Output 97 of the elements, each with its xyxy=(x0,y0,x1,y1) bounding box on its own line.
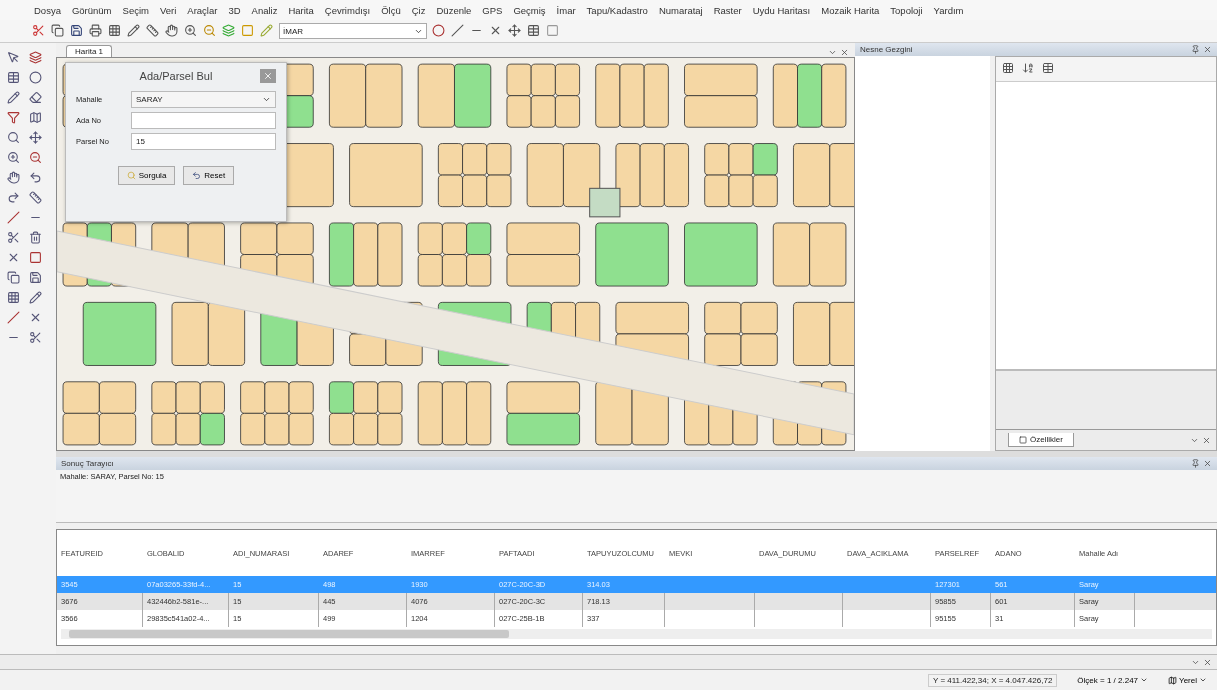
query-button[interactable]: Sorgula xyxy=(117,166,176,185)
grid-icon[interactable] xyxy=(108,24,122,38)
square-icon xyxy=(1019,435,1027,444)
copy-icon[interactable] xyxy=(7,271,21,285)
trash-icon[interactable] xyxy=(29,231,43,245)
scrollbar[interactable] xyxy=(61,629,1212,639)
pencil-icon[interactable] xyxy=(29,291,43,305)
coordinates-text: Y = 411.422,34; X = 4.047.426,72 xyxy=(927,673,1058,687)
zoom-out-icon[interactable] xyxy=(29,151,43,165)
panel-title: Sonuç Tarayıcı xyxy=(61,459,114,468)
grid-icon[interactable] xyxy=(7,291,21,305)
reset-button[interactable]: Reset xyxy=(183,166,235,185)
menu-item[interactable]: Düzenle xyxy=(436,4,472,16)
close-icon[interactable] xyxy=(1203,459,1212,468)
menu-item[interactable]: Seçim xyxy=(122,4,149,16)
table-icon[interactable] xyxy=(527,24,541,38)
map-icon xyxy=(1168,675,1178,685)
copy-icon[interactable] xyxy=(51,24,65,38)
menu-item[interactable]: 3D xyxy=(228,4,241,16)
menu-item[interactable]: Çiz xyxy=(411,4,426,16)
pan-icon[interactable] xyxy=(165,24,179,38)
circle-icon[interactable] xyxy=(432,24,446,38)
layers-icon[interactable] xyxy=(29,51,43,65)
caret-icon xyxy=(1140,676,1149,684)
undo-icon[interactable] xyxy=(29,171,43,185)
menu-item[interactable]: Geçmiş xyxy=(513,4,546,16)
circle-icon[interactable] xyxy=(29,71,43,85)
properties-tab[interactable]: Özellikler xyxy=(1008,433,1074,447)
zoom-in-icon[interactable] xyxy=(184,24,198,38)
pointer-icon[interactable] xyxy=(7,51,21,65)
scissors-icon[interactable] xyxy=(7,231,21,245)
move-icon[interactable] xyxy=(508,24,522,38)
menu-item[interactable]: Veri xyxy=(159,4,177,16)
menu-item[interactable]: Numarataj xyxy=(658,4,703,16)
filter-icon[interactable] xyxy=(7,111,21,125)
ruler-icon[interactable] xyxy=(146,24,160,38)
close-icon[interactable] xyxy=(1203,657,1212,667)
pin-icon[interactable] xyxy=(1191,45,1200,54)
caret-icon xyxy=(1199,676,1207,684)
menu-item[interactable]: Harita xyxy=(288,4,314,16)
layers-icon[interactable] xyxy=(222,24,236,38)
menu-item[interactable]: GPS xyxy=(482,4,503,16)
neighborhood-combo[interactable]: SARAY xyxy=(131,91,276,108)
menu-item[interactable]: Görünüm xyxy=(71,4,112,16)
move-icon[interactable] xyxy=(29,131,43,145)
menu-item[interactable]: Yardım xyxy=(933,4,964,16)
scissors-icon[interactable] xyxy=(29,331,43,345)
close-icon[interactable] xyxy=(840,48,849,57)
dialog-title: Ada/Parsel Bul xyxy=(139,70,213,82)
close-icon[interactable] xyxy=(1203,45,1212,54)
redo-icon[interactable] xyxy=(7,191,21,205)
pencil-icon[interactable] xyxy=(7,91,21,105)
scissors-icon[interactable] xyxy=(32,24,46,38)
menu-item[interactable]: Topoloji xyxy=(890,4,923,16)
line-icon[interactable] xyxy=(7,211,21,225)
map-tab[interactable]: Harita 1 xyxy=(66,45,112,57)
menu-item[interactable]: Mozaik Harita xyxy=(821,4,880,16)
save-icon[interactable] xyxy=(70,24,84,38)
panel-title: Nesne Gezgini xyxy=(860,45,913,54)
menu-item[interactable]: Ölçü xyxy=(381,4,401,16)
input-field[interactable] xyxy=(131,112,276,129)
zoom-out-icon[interactable] xyxy=(203,24,217,38)
scale-dropdown[interactable]: Ölçek = 1 / 2.247 xyxy=(1077,675,1149,685)
menu-item[interactable]: Dosya xyxy=(34,4,61,16)
layer-combo[interactable]: İMAR xyxy=(279,23,427,39)
square-icon[interactable] xyxy=(546,24,560,38)
table-icon[interactable] xyxy=(1042,62,1056,76)
menu-item[interactable]: Uydu Haritası xyxy=(752,4,811,16)
menu-item[interactable]: Çevrimdışı xyxy=(324,4,371,16)
hand-icon[interactable] xyxy=(7,171,21,185)
save-icon[interactable] xyxy=(29,271,43,285)
menu-item[interactable]: İmar xyxy=(556,4,576,16)
search-icon xyxy=(126,171,136,180)
undo-icon xyxy=(192,171,202,180)
search-icon[interactable] xyxy=(7,131,21,145)
menu-item[interactable]: Tapu/Kadastro xyxy=(586,4,648,16)
close-icon[interactable] xyxy=(1202,435,1211,445)
dropdown-icon[interactable] xyxy=(828,48,837,57)
menu-item[interactable]: Analiz xyxy=(251,4,278,16)
printer-icon[interactable] xyxy=(89,24,103,38)
menu-item[interactable]: Raster xyxy=(713,4,742,16)
pencil-icon[interactable] xyxy=(127,24,141,38)
line-icon[interactable] xyxy=(7,311,21,325)
caret-icon xyxy=(262,95,271,104)
ruler-icon[interactable] xyxy=(29,191,43,205)
square-icon[interactable] xyxy=(29,251,43,265)
input-field[interactable]: 15 xyxy=(131,133,276,150)
menu-item[interactable]: Araçlar xyxy=(187,4,218,16)
zoom-in-icon[interactable] xyxy=(7,151,21,165)
eraser-icon[interactable] xyxy=(29,91,43,105)
projection-dropdown[interactable]: Yerel xyxy=(1168,675,1207,685)
line-icon[interactable] xyxy=(451,24,465,38)
pin-icon[interactable] xyxy=(1191,459,1200,468)
sort-icon[interactable] xyxy=(1022,62,1036,76)
table-icon[interactable] xyxy=(7,71,21,85)
close-icon xyxy=(263,71,273,81)
map-icon[interactable] xyxy=(29,111,43,125)
